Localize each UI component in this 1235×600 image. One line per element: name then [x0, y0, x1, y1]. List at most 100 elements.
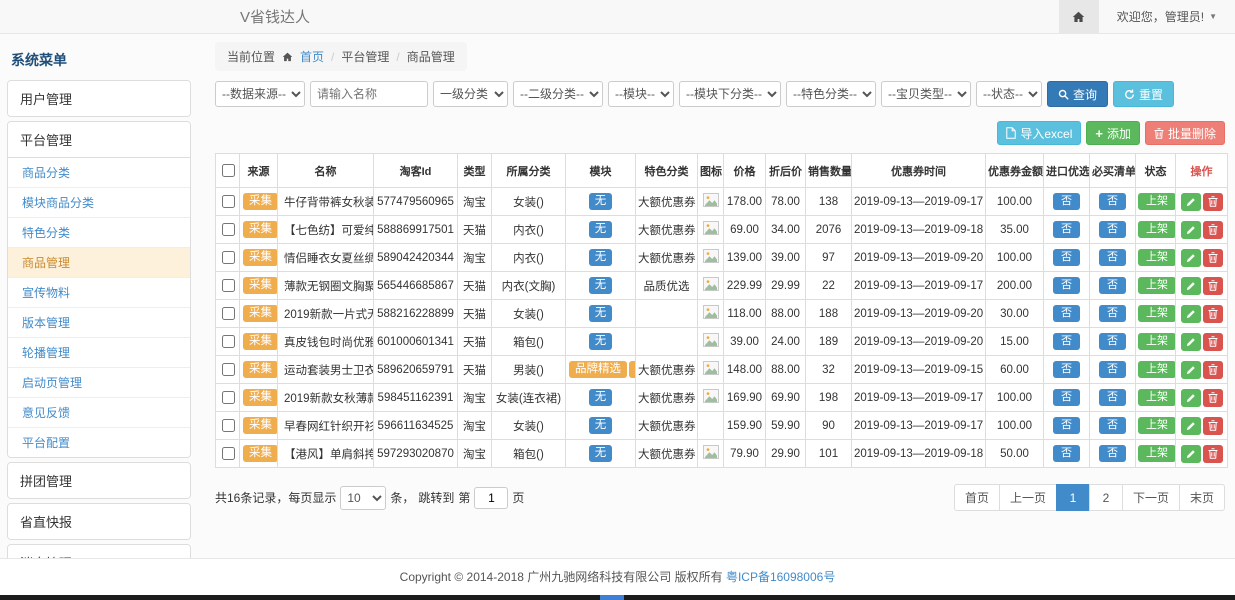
sidebar-group-header[interactable]: 平台管理 [8, 122, 190, 157]
sidebar-item[interactable]: 模块商品分类 [8, 187, 190, 217]
delete-button[interactable] [1203, 277, 1223, 295]
data-source-select[interactable]: --数据来源-- [215, 81, 305, 107]
edit-button[interactable] [1181, 389, 1201, 407]
sidebar-item[interactable]: 平台配置 [8, 427, 190, 457]
per-page-select[interactable]: 10 [340, 486, 386, 510]
row-checkbox[interactable] [222, 195, 235, 208]
filter-select[interactable]: --模块-- [608, 81, 674, 107]
import-select-button[interactable]: 否 [1053, 249, 1080, 266]
reset-button[interactable]: 重置 [1113, 81, 1174, 107]
sidebar-item[interactable]: 启动页管理 [8, 367, 190, 397]
import-select-button[interactable]: 否 [1053, 389, 1080, 406]
filter-select[interactable]: --模块下分类-- [679, 81, 781, 107]
breadcrumb-home-link[interactable]: 首页 [300, 48, 324, 65]
page-number-input[interactable] [474, 487, 508, 509]
edit-button[interactable] [1181, 249, 1201, 267]
row-checkbox[interactable] [222, 335, 235, 348]
must-buy-button[interactable]: 否 [1099, 305, 1126, 322]
filter-select[interactable]: --二级分类-- [513, 81, 603, 107]
must-buy-button[interactable]: 否 [1099, 361, 1126, 378]
status-button[interactable]: 上架 [1138, 445, 1176, 462]
edit-button[interactable] [1181, 221, 1201, 239]
must-buy-button[interactable]: 否 [1099, 389, 1126, 406]
delete-button[interactable] [1203, 249, 1223, 267]
sidebar-item[interactable]: 轮播管理 [8, 337, 190, 367]
filter-select[interactable]: 一级分类 [433, 81, 508, 107]
edit-button[interactable] [1181, 305, 1201, 323]
search-button[interactable]: 查询 [1047, 81, 1108, 107]
delete-button[interactable] [1203, 417, 1223, 435]
import-select-button[interactable]: 否 [1053, 333, 1080, 350]
delete-button[interactable] [1203, 221, 1223, 239]
page-button[interactable]: 末页 [1179, 484, 1225, 511]
edit-button[interactable] [1181, 417, 1201, 435]
page-button[interactable]: 下一页 [1122, 484, 1180, 511]
row-checkbox[interactable] [222, 251, 235, 264]
import-select-button[interactable]: 否 [1053, 305, 1080, 322]
user-menu[interactable]: 欢迎您，管理员! ▼ [1099, 8, 1235, 25]
import-select-button[interactable]: 否 [1053, 361, 1080, 378]
home-button[interactable] [1059, 0, 1099, 33]
sidebar-item[interactable]: 意见反馈 [8, 397, 190, 427]
name-search-input[interactable] [310, 81, 428, 107]
delete-button[interactable] [1203, 333, 1223, 351]
breadcrumb-item-platform[interactable]: 平台管理 [341, 48, 389, 65]
status-button[interactable]: 上架 [1138, 361, 1176, 378]
import-select-button[interactable]: 否 [1053, 417, 1080, 434]
delete-button[interactable] [1203, 445, 1223, 463]
status-button[interactable]: 上架 [1138, 333, 1176, 350]
status-button[interactable]: 上架 [1138, 389, 1176, 406]
import-select-button[interactable]: 否 [1053, 193, 1080, 210]
must-buy-button[interactable]: 否 [1099, 445, 1126, 462]
must-buy-button[interactable]: 否 [1099, 277, 1126, 294]
status-button[interactable]: 上架 [1138, 193, 1176, 210]
row-checkbox[interactable] [222, 363, 235, 376]
edit-button[interactable] [1181, 445, 1201, 463]
sidebar-group-header[interactable]: 省直快报 [8, 504, 190, 539]
edit-button[interactable] [1181, 193, 1201, 211]
sidebar-group-header[interactable]: 用户管理 [8, 81, 190, 116]
delete-button[interactable] [1203, 305, 1223, 323]
select-all-checkbox[interactable] [222, 164, 235, 177]
page-button[interactable]: 1 [1056, 484, 1090, 511]
import-select-button[interactable]: 否 [1053, 221, 1080, 238]
sidebar-item[interactable]: 版本管理 [8, 307, 190, 337]
filter-select[interactable]: --状态-- [976, 81, 1042, 107]
must-buy-button[interactable]: 否 [1099, 249, 1126, 266]
row-checkbox[interactable] [222, 419, 235, 432]
must-buy-button[interactable]: 否 [1099, 193, 1126, 210]
add-button[interactable]: + 添加 [1086, 121, 1140, 145]
sidebar-group-header[interactable]: 消息管理 [8, 545, 190, 558]
must-buy-button[interactable]: 否 [1099, 333, 1126, 350]
row-checkbox[interactable] [222, 223, 235, 236]
row-checkbox[interactable] [222, 307, 235, 320]
delete-button[interactable] [1203, 361, 1223, 379]
filter-select[interactable]: --宝贝类型-- [881, 81, 971, 107]
sidebar-item[interactable]: 特色分类 [8, 217, 190, 247]
page-button[interactable]: 上一页 [999, 484, 1057, 511]
sidebar-item[interactable]: 商品分类 [8, 158, 190, 187]
sidebar-group-header[interactable]: 拼团管理 [8, 463, 190, 498]
status-button[interactable]: 上架 [1138, 277, 1176, 294]
sidebar-item[interactable]: 宣传物料 [8, 277, 190, 307]
status-button[interactable]: 上架 [1138, 417, 1176, 434]
must-buy-button[interactable]: 否 [1099, 417, 1126, 434]
edit-button[interactable] [1181, 277, 1201, 295]
import-excel-button[interactable]: 导入excel [997, 121, 1081, 145]
edit-button[interactable] [1181, 333, 1201, 351]
page-button[interactable]: 2 [1089, 484, 1123, 511]
status-button[interactable]: 上架 [1138, 221, 1176, 238]
sidebar-item[interactable]: 商品管理 [8, 247, 190, 277]
batch-delete-button[interactable]: 批量删除 [1145, 121, 1225, 145]
import-select-button[interactable]: 否 [1053, 277, 1080, 294]
import-select-button[interactable]: 否 [1053, 445, 1080, 462]
status-button[interactable]: 上架 [1138, 249, 1176, 266]
filter-select[interactable]: --特色分类-- [786, 81, 876, 107]
edit-button[interactable] [1181, 361, 1201, 379]
page-button[interactable]: 首页 [954, 484, 1000, 511]
row-checkbox[interactable] [222, 447, 235, 460]
row-checkbox[interactable] [222, 391, 235, 404]
icp-link[interactable]: 粤ICP备16098006号 [726, 570, 835, 584]
must-buy-button[interactable]: 否 [1099, 221, 1126, 238]
status-button[interactable]: 上架 [1138, 305, 1176, 322]
